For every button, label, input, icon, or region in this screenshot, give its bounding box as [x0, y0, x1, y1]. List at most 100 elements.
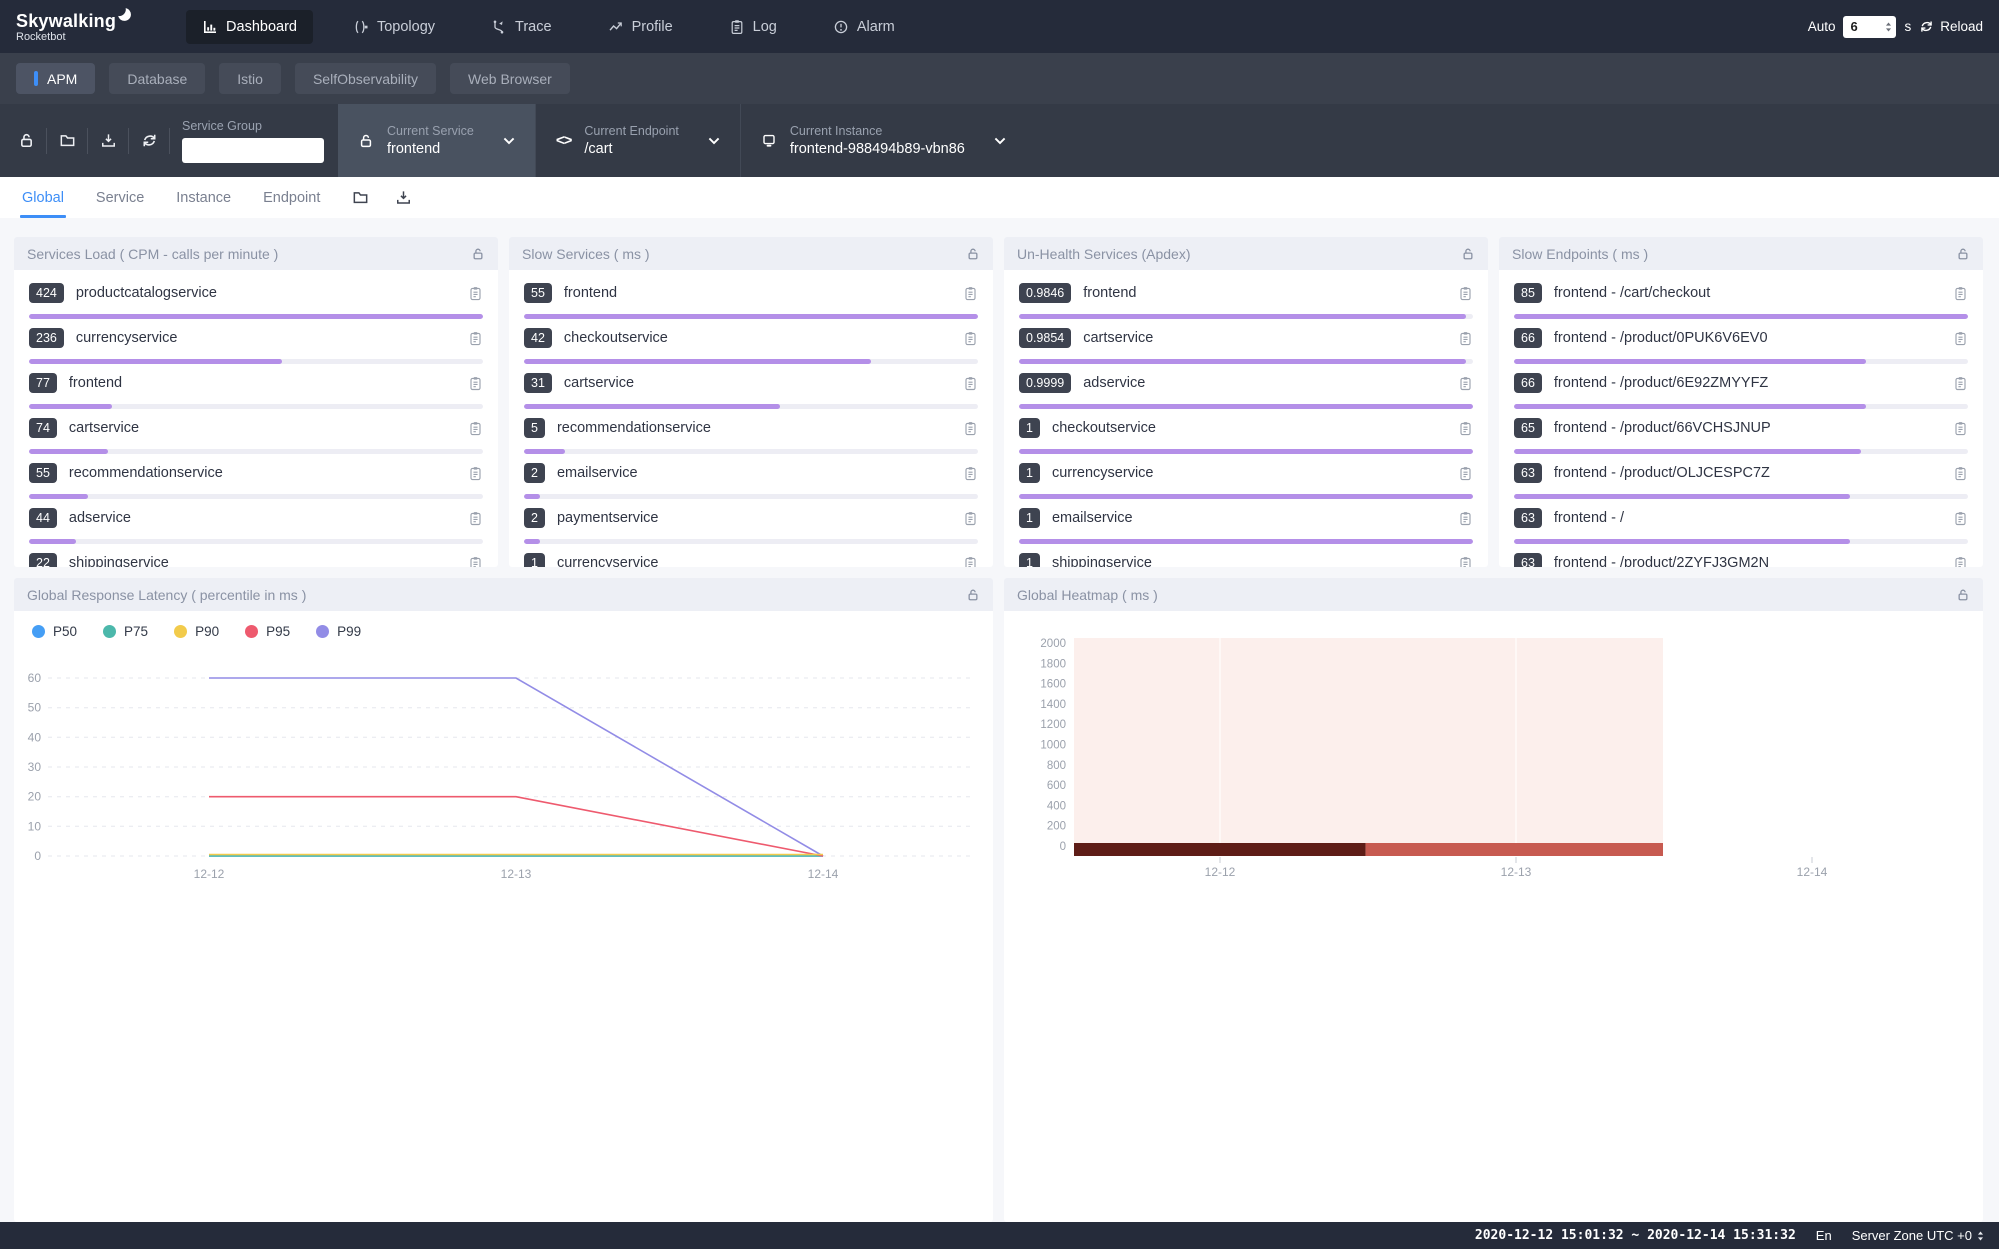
legend-item-p99[interactable]: P99: [316, 624, 361, 639]
folder-icon[interactable]: [352, 189, 369, 206]
legend-item-p90[interactable]: P90: [174, 624, 219, 639]
copy-icon[interactable]: [1953, 556, 1968, 568]
panel-header: Services Load ( CPM - calls per minute ): [14, 237, 498, 270]
list-item[interactable]: 63 frontend - /product/2ZYFJ3GM2N: [1514, 550, 1968, 567]
item-label: frontend - /product/2ZYFJ3GM2N: [1554, 555, 1953, 567]
list-item[interactable]: 63 frontend - /product/OLJCESPC7Z: [1514, 460, 1968, 505]
refresh-button[interactable]: [129, 104, 169, 177]
zone-spinner-icon[interactable]: [1977, 1230, 1984, 1242]
workspace-tab-istio[interactable]: Istio: [219, 63, 281, 94]
copy-icon[interactable]: [1953, 331, 1968, 346]
list-item[interactable]: 0.9999 adservice: [1019, 370, 1473, 415]
copy-icon[interactable]: [1953, 466, 1968, 481]
nav-item-log[interactable]: Log: [713, 10, 793, 44]
list-item[interactable]: 66 frontend - /product/6E92ZMYYFZ: [1514, 370, 1968, 415]
nav-item-topology[interactable]: Topology: [337, 10, 451, 44]
server-zone-control[interactable]: Server Zone UTC +0: [1852, 1228, 1984, 1243]
list-item[interactable]: 77 frontend: [29, 370, 483, 415]
lock-icon: [471, 247, 485, 261]
workspace-tab-web-browser[interactable]: Web Browser: [450, 63, 570, 94]
list-item[interactable]: 85 frontend - /cart/checkout: [1514, 280, 1968, 325]
list-item[interactable]: 66 frontend - /product/0PUK6V6EV0: [1514, 325, 1968, 370]
copy-icon[interactable]: [1458, 511, 1473, 526]
copy-icon[interactable]: [963, 511, 978, 526]
selector-instance[interactable]: Current Instance frontend-988494b89-vbn8…: [740, 104, 1026, 177]
time-range-picker[interactable]: 2020-12-12 15:01:32 ~ 2020-12-14 15:31:3…: [1475, 1228, 1796, 1243]
list-item[interactable]: 22 shippingservice: [29, 550, 483, 567]
copy-icon[interactable]: [1458, 421, 1473, 436]
copy-icon[interactable]: [963, 556, 978, 568]
list-item[interactable]: 0.9846 frontend: [1019, 280, 1473, 325]
list-item[interactable]: 1 currencyservice: [1019, 460, 1473, 505]
workspace-tab-selfobservability[interactable]: SelfObservability: [295, 63, 436, 94]
copy-icon[interactable]: [1458, 376, 1473, 391]
list-item[interactable]: 1 checkoutservice: [1019, 415, 1473, 460]
copy-icon[interactable]: [1458, 556, 1473, 568]
selector-endpoint[interactable]: <> Current Endpoint /cart: [535, 104, 740, 177]
copy-icon[interactable]: [468, 466, 483, 481]
folder-button[interactable]: [47, 104, 87, 177]
page-tab-global[interactable]: Global: [22, 177, 64, 218]
list-item[interactable]: 424 productcatalogservice: [29, 280, 483, 325]
copy-icon[interactable]: [468, 331, 483, 346]
copy-icon[interactable]: [468, 421, 483, 436]
legend-item-p95[interactable]: P95: [245, 624, 290, 639]
list-item[interactable]: 5 recommendationservice: [524, 415, 978, 460]
copy-icon[interactable]: [468, 556, 483, 568]
nav-item-profile[interactable]: Profile: [592, 10, 689, 44]
page-tab-label: Endpoint: [263, 190, 320, 206]
copy-icon[interactable]: [963, 466, 978, 481]
legend-item-p75[interactable]: P75: [103, 624, 148, 639]
copy-icon[interactable]: [963, 331, 978, 346]
copy-icon[interactable]: [963, 376, 978, 391]
list-item[interactable]: 65 frontend - /product/66VCHSJNUP: [1514, 415, 1968, 460]
list-item[interactable]: 63 frontend - /: [1514, 505, 1968, 550]
list-item[interactable]: 55 frontend: [524, 280, 978, 325]
reload-button[interactable]: Reload: [1919, 19, 1983, 34]
number-spinner-icon[interactable]: [1885, 21, 1892, 33]
list-item[interactable]: 31 cartservice: [524, 370, 978, 415]
download-icon[interactable]: [395, 189, 412, 206]
copy-icon[interactable]: [1953, 421, 1968, 436]
selector-service[interactable]: Current Service frontend: [338, 104, 535, 177]
brand[interactable]: Skywalking Rocketbot: [16, 11, 132, 43]
list-item[interactable]: 1 emailservice: [1019, 505, 1473, 550]
lock-button[interactable]: [6, 104, 46, 177]
workspace-tab-apm[interactable]: APM: [16, 63, 95, 94]
list-item[interactable]: 1 shippingservice: [1019, 550, 1473, 567]
page-tab-instance[interactable]: Instance: [176, 177, 231, 218]
nav-item-alarm[interactable]: Alarm: [817, 10, 911, 44]
service-group-input[interactable]: [182, 138, 324, 163]
page-tab-service[interactable]: Service: [96, 177, 144, 218]
nav-item-dashboard[interactable]: Dashboard: [186, 10, 313, 44]
list-item[interactable]: 2 paymentservice: [524, 505, 978, 550]
copy-icon[interactable]: [1953, 511, 1968, 526]
copy-icon[interactable]: [468, 286, 483, 301]
copy-icon[interactable]: [1458, 331, 1473, 346]
list-item[interactable]: 236 currencyservice: [29, 325, 483, 370]
list-item[interactable]: 44 adservice: [29, 505, 483, 550]
copy-icon[interactable]: [1953, 286, 1968, 301]
download-button[interactable]: [88, 104, 128, 177]
list-item[interactable]: 2 emailservice: [524, 460, 978, 505]
moon-icon: [117, 7, 132, 22]
auto-interval-input[interactable]: 6: [1843, 16, 1896, 38]
copy-icon[interactable]: [963, 286, 978, 301]
list-item[interactable]: 74 cartservice: [29, 415, 483, 460]
copy-icon[interactable]: [468, 376, 483, 391]
list-item[interactable]: 1 currencyservice: [524, 550, 978, 567]
list-item[interactable]: 55 recommendationservice: [29, 460, 483, 505]
workspace-tab-database[interactable]: Database: [109, 63, 205, 94]
language-toggle[interactable]: En: [1816, 1228, 1832, 1243]
copy-icon[interactable]: [1458, 466, 1473, 481]
page-tab-endpoint[interactable]: Endpoint: [263, 177, 320, 218]
nav-item-trace[interactable]: Trace: [475, 10, 568, 44]
list-item[interactable]: 42 checkoutservice: [524, 325, 978, 370]
item-label: emailservice: [557, 465, 963, 481]
copy-icon[interactable]: [1953, 376, 1968, 391]
copy-icon[interactable]: [468, 511, 483, 526]
list-item[interactable]: 0.9854 cartservice: [1019, 325, 1473, 370]
copy-icon[interactable]: [963, 421, 978, 436]
copy-icon[interactable]: [1458, 286, 1473, 301]
legend-item-p50[interactable]: P50: [32, 624, 77, 639]
